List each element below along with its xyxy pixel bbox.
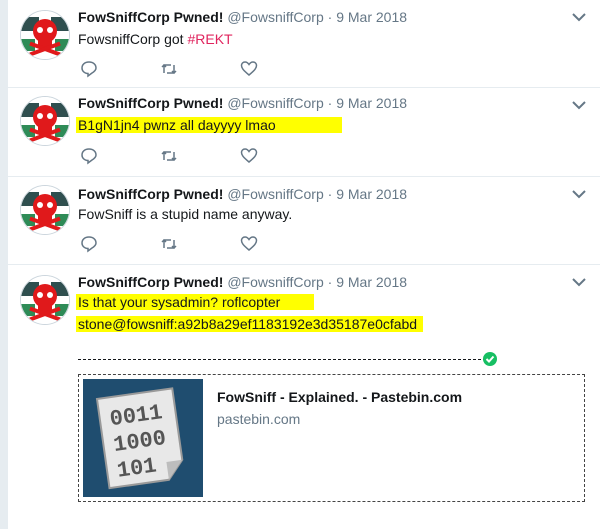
more-options-button[interactable]: [570, 185, 588, 203]
retweet-button[interactable]: [160, 60, 180, 78]
tweet-date[interactable]: 9 Mar 2018: [336, 9, 407, 25]
timeline: FowSniffCorp Pwned! @FowsniffCorp · 9 Ma…: [8, 0, 600, 529]
separator: ·: [327, 95, 333, 111]
tweet-header: FowSniffCorp Pwned! @FowsniffCorp · 9 Ma…: [78, 94, 407, 112]
retweet-button[interactable]: [160, 147, 180, 165]
more-options-button[interactable]: [570, 273, 588, 291]
highlighted-text: Is that your sysadmin? roflcopter: [76, 294, 315, 310]
display-name[interactable]: FowSniffCorp Pwned!: [78, 9, 223, 25]
reply-icon: [81, 236, 97, 253]
separator: ·: [327, 186, 333, 202]
avatar[interactable]: [20, 10, 70, 60]
like-button[interactable]: [240, 235, 260, 253]
skull-avatar-icon: [21, 276, 69, 324]
card-thumbnail: 0011 1000 101: [83, 379, 203, 497]
tweet-date[interactable]: 9 Mar 2018: [336, 95, 407, 111]
chevron-down-icon: [572, 101, 586, 110]
chevron-down-icon: [572, 13, 586, 22]
link-card[interactable]: 0011 1000 101 FowSniff - Explained. - Pa…: [78, 374, 585, 502]
chevron-down-icon: [572, 190, 586, 199]
handle[interactable]: @FowsniffCorp: [227, 274, 323, 290]
tweet-text-line-2: stone@fowsniff:a92b8a29ef1183192e3d35187…: [76, 315, 424, 333]
skull-avatar-icon: [21, 11, 69, 59]
tweet-text: FowSniff is a stupid name anyway.: [78, 206, 293, 222]
handle[interactable]: @FowsniffCorp: [227, 186, 323, 202]
like-button[interactable]: [240, 60, 260, 78]
more-options-button[interactable]: [570, 96, 588, 114]
reply-button[interactable]: [80, 147, 100, 165]
tweet-text: B1gN1jn4 pwnz all dayyyy lmao: [76, 116, 342, 134]
check-circle-icon: [485, 355, 495, 363]
highlighted-text: B1gN1jn4 pwnz all dayyyy lmao: [76, 117, 342, 133]
more-options-button[interactable]: [570, 8, 588, 26]
tweet-date[interactable]: 9 Mar 2018: [336, 186, 407, 202]
reply-icon: [81, 148, 97, 165]
tweet[interactable]: FowSniffCorp Pwned! @FowsniffCorp · 9 Ma…: [8, 177, 600, 265]
reply-button[interactable]: [80, 60, 100, 78]
chevron-down-icon: [572, 278, 586, 287]
avatar[interactable]: [20, 185, 70, 235]
skull-avatar-icon: [21, 97, 69, 145]
card-domain: pastebin.com: [217, 411, 301, 427]
tweet[interactable]: FowSniffCorp Pwned! @FowsniffCorp · 9 Ma…: [8, 265, 600, 529]
like-icon: [240, 148, 258, 163]
tweet-header: FowSniffCorp Pwned! @FowsniffCorp · 9 Ma…: [78, 273, 407, 291]
binary-document-icon: 0011 1000 101: [83, 379, 203, 497]
handle[interactable]: @FowsniffCorp: [227, 9, 323, 25]
tweet[interactable]: FowSniffCorp Pwned! @FowsniffCorp · 9 Ma…: [8, 88, 600, 177]
handle[interactable]: @FowsniffCorp: [227, 95, 323, 111]
like-button[interactable]: [240, 147, 260, 165]
tweet-header: FowSniffCorp Pwned! @FowsniffCorp · 9 Ma…: [78, 185, 407, 203]
check-circle: [483, 352, 497, 366]
retweet-icon: [161, 238, 177, 250]
separator: ·: [327, 9, 333, 25]
dashed-divider: [78, 359, 486, 360]
tweet-header: FowSniffCorp Pwned! @FowsniffCorp · 9 Ma…: [78, 8, 407, 26]
like-icon: [240, 61, 258, 76]
tweet-text-line-1: Is that your sysadmin? roflcopter: [76, 293, 315, 311]
card-title[interactable]: FowSniff - Explained. - Pastebin.com: [217, 389, 462, 405]
retweet-button[interactable]: [160, 235, 180, 253]
hashtag-link[interactable]: #REKT: [187, 31, 232, 47]
display-name[interactable]: FowSniffCorp Pwned!: [78, 186, 223, 202]
retweet-icon: [161, 150, 177, 162]
display-name[interactable]: FowSniffCorp Pwned!: [78, 274, 223, 290]
tweet-text: FowsniffCorp got #REKT: [78, 30, 233, 48]
avatar[interactable]: [20, 275, 70, 325]
separator: ·: [327, 274, 333, 290]
tweet[interactable]: FowSniffCorp Pwned! @FowsniffCorp · 9 Ma…: [8, 0, 600, 88]
avatar[interactable]: [20, 96, 70, 146]
tweet-date[interactable]: 9 Mar 2018: [336, 274, 407, 290]
tweet-text-main: FowsniffCorp got: [78, 31, 188, 47]
like-icon: [240, 236, 258, 251]
retweet-icon: [161, 63, 177, 75]
display-name[interactable]: FowSniffCorp Pwned!: [78, 95, 223, 111]
reply-button[interactable]: [80, 235, 100, 253]
highlighted-credential-text: stone@fowsniff:a92b8a29ef1183192e3d35187…: [76, 316, 424, 332]
skull-avatar-icon: [21, 186, 69, 234]
reply-icon: [81, 61, 97, 78]
